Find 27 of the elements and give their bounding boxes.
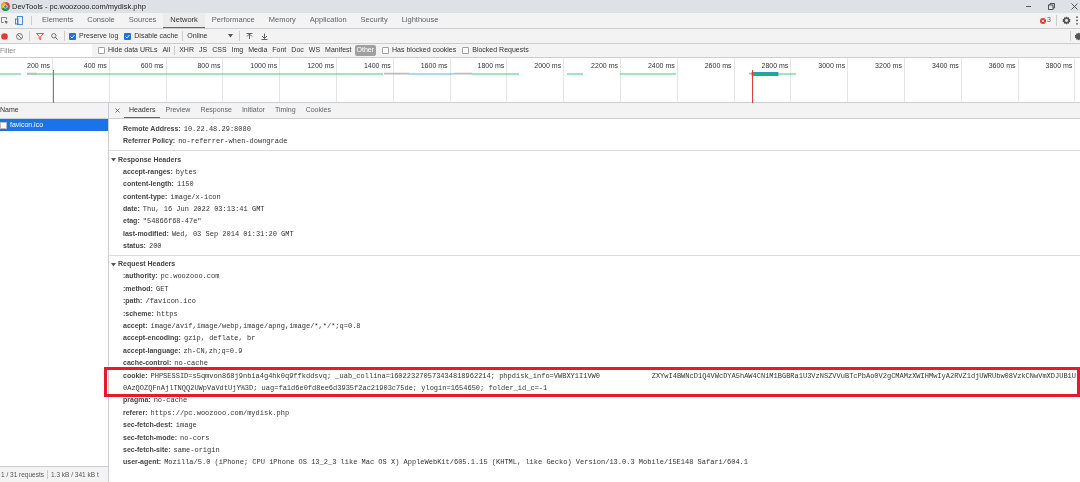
timeline-marker (752, 70, 753, 103)
checkbox[interactable] (462, 47, 470, 54)
checkbox[interactable] (98, 47, 105, 54)
expand-arrow-icon (111, 157, 116, 163)
record-icon[interactable] (1, 32, 8, 40)
inspect-element-icon[interactable] (1, 16, 9, 25)
filter-icon[interactable] (36, 32, 44, 40)
error-icon (1040, 17, 1047, 24)
checkbox[interactable] (69, 32, 76, 40)
settings-icon[interactable] (1062, 16, 1071, 25)
import-icon[interactable] (246, 32, 254, 40)
file-icon (0, 121, 7, 129)
caret-icon (228, 34, 234, 38)
close-icon[interactable] (1071, 3, 1078, 10)
timeline-marker (53, 70, 54, 103)
browser-logo-icon (1, 2, 10, 11)
export-icon[interactable] (261, 32, 269, 40)
clear-icon[interactable] (16, 32, 23, 40)
expand-arrow-icon (111, 262, 116, 267)
close-icon[interactable] (115, 108, 120, 113)
checkbox[interactable] (382, 47, 390, 54)
settings-icon[interactable] (1074, 31, 1080, 41)
checkbox[interactable] (124, 32, 132, 40)
device-toolbar-icon[interactable] (15, 16, 23, 25)
minimize-icon[interactable] (1025, 3, 1032, 10)
search-icon[interactable] (51, 32, 58, 40)
restore-icon[interactable] (1048, 3, 1055, 10)
